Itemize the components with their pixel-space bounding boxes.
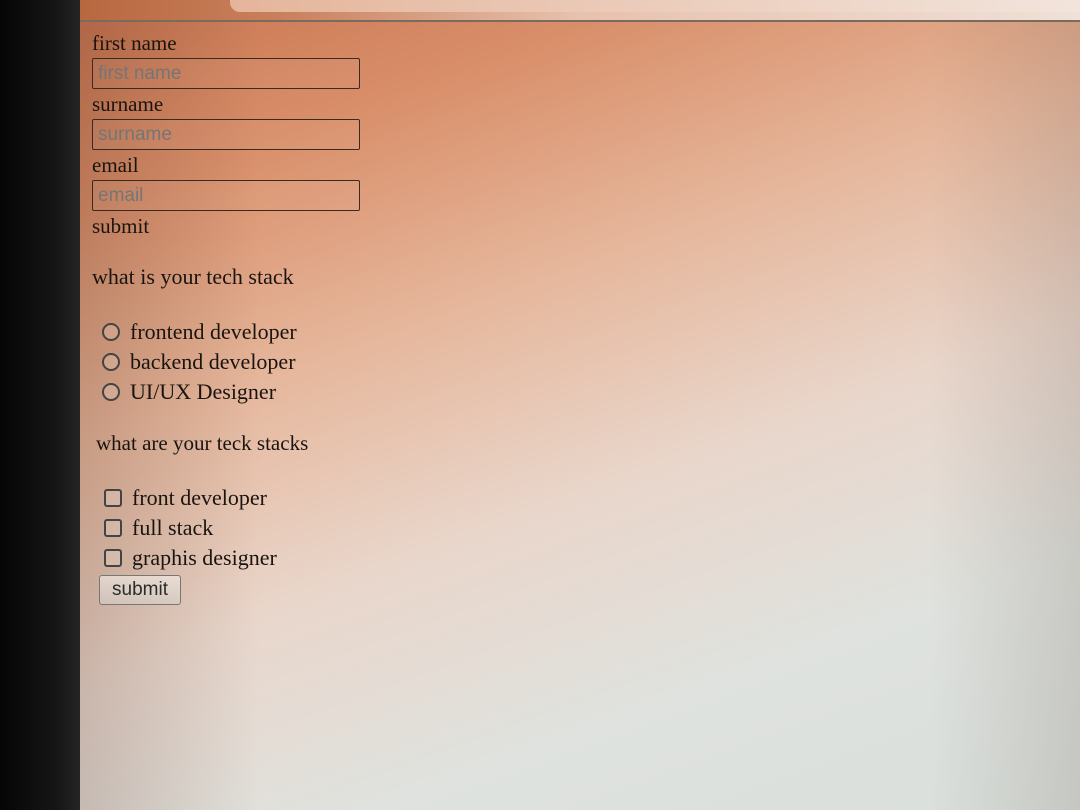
first-name-label: first name — [92, 31, 177, 55]
checkbox-option-front[interactable]: front developer — [104, 483, 792, 513]
browser-toolbar-edge — [80, 0, 1080, 22]
checkbox-label: graphis designer — [132, 545, 277, 570]
teck-stacks-checkbox-group: front developer full stack graphis desig… — [104, 483, 792, 573]
tech-stack-radio-group: frontend developer backend developer UI/… — [102, 317, 792, 407]
checkbox-label: front developer — [132, 485, 267, 510]
radio-option-uiux[interactable]: UI/UX Designer — [102, 377, 792, 407]
email-input[interactable] — [92, 180, 360, 211]
checkbox-option-full-stack[interactable]: full stack — [104, 513, 792, 543]
radio-button[interactable] — [102, 323, 120, 341]
first-name-input[interactable] — [92, 58, 360, 89]
radio-option-backend[interactable]: backend developer — [102, 347, 792, 377]
radio-label: UI/UX Designer — [130, 379, 277, 404]
radio-button[interactable] — [102, 383, 120, 401]
monitor-bezel — [0, 0, 90, 810]
checkbox[interactable] — [104, 549, 122, 567]
checkbox-option-graphis[interactable]: graphis designer — [104, 543, 792, 573]
submit-button[interactable]: submit — [99, 575, 181, 605]
radio-label: frontend developer — [130, 319, 297, 344]
radio-label: backend developer — [130, 349, 296, 374]
teck-stacks-question: what are your teck stacks — [96, 431, 309, 455]
checkbox-label: full stack — [132, 515, 214, 540]
submit-text: submit — [92, 214, 150, 238]
checkbox[interactable] — [104, 489, 122, 507]
email-label: email — [92, 153, 139, 177]
radio-button[interactable] — [102, 353, 120, 371]
checkbox[interactable] — [104, 519, 122, 537]
surname-input[interactable] — [92, 119, 360, 150]
address-bar-edge — [230, 0, 1080, 12]
surname-label: surname — [92, 92, 164, 116]
signup-form: first name surname email submit what is … — [92, 28, 792, 605]
tech-stack-question: what is your tech stack — [92, 264, 294, 289]
radio-option-frontend[interactable]: frontend developer — [102, 317, 792, 347]
